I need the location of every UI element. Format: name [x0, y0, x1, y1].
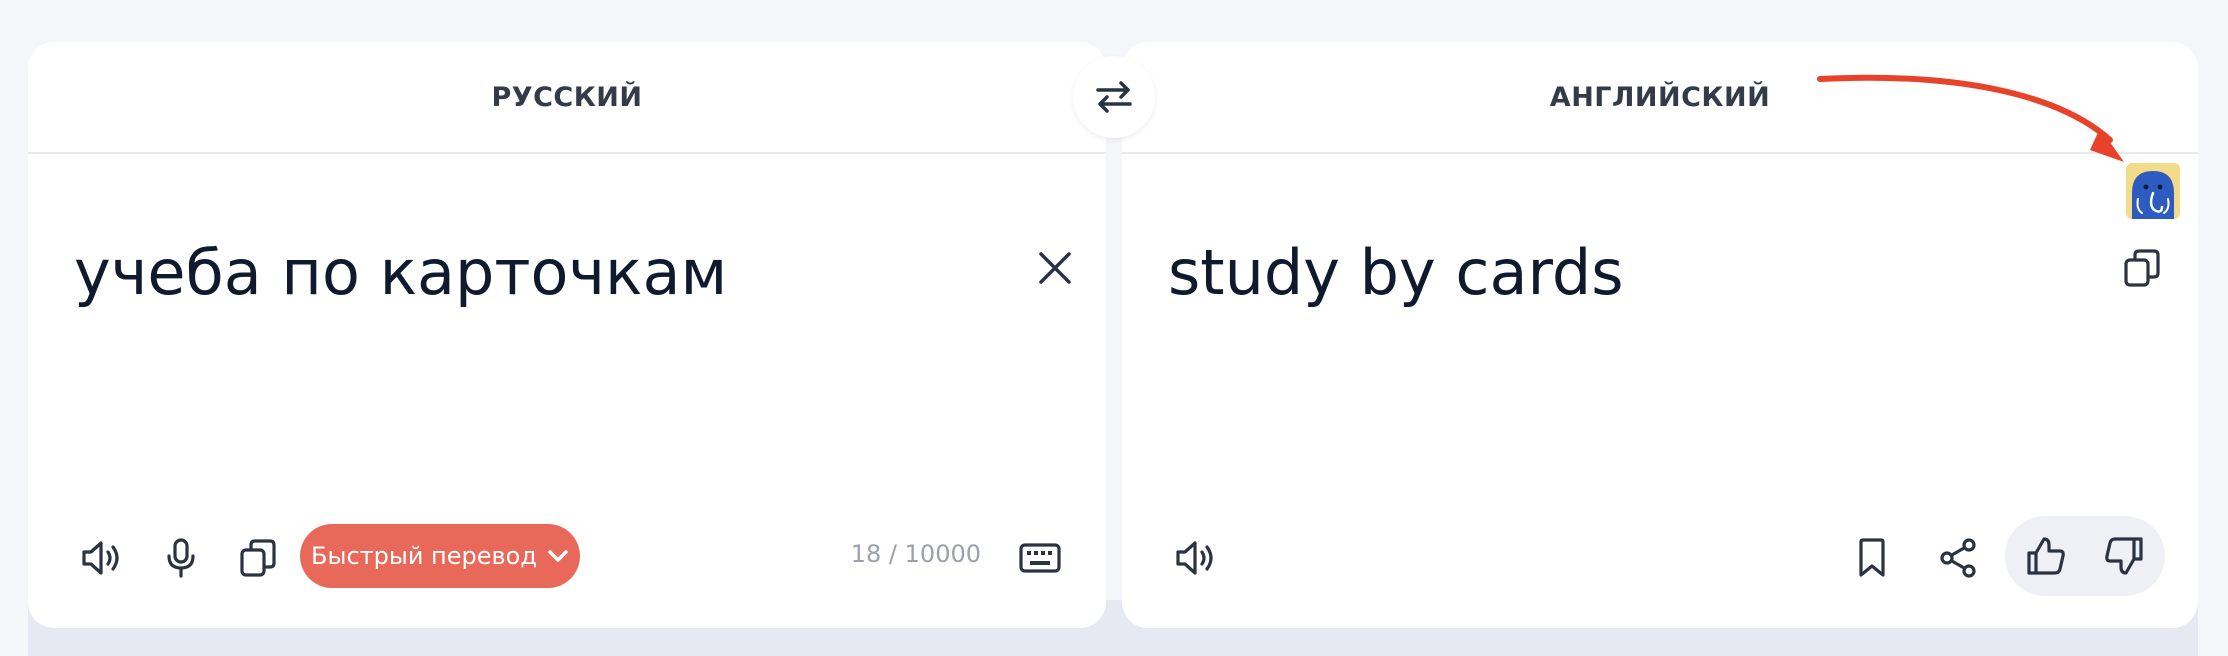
thumbs-down-icon: [2105, 537, 2143, 575]
thumbs-down-button[interactable]: [2094, 526, 2154, 586]
share-icon: [1940, 538, 1976, 578]
close-icon: [1039, 252, 1071, 284]
source-text-input[interactable]: учеба по карточкам: [74, 242, 727, 304]
translation-listen-button[interactable]: [1166, 528, 1226, 588]
bookmark-icon: [1859, 538, 1885, 577]
quick-translate-label: Быстрый перевод: [311, 542, 537, 570]
copy-icon: [240, 539, 276, 577]
source-language-label[interactable]: РУССКИЙ: [492, 82, 643, 113]
chevron-down-icon: [548, 550, 568, 562]
bookmark-button[interactable]: [1842, 528, 1902, 588]
target-language-label[interactable]: АНГЛИЙСКИЙ: [1550, 82, 1770, 113]
thumbs-up-icon: [2027, 537, 2065, 575]
swap-languages-button[interactable]: [1073, 56, 1155, 138]
target-panel: АНГЛИЙСКИЙ study by cards: [1122, 42, 2198, 628]
voice-input-button[interactable]: [151, 528, 211, 588]
source-copy-button[interactable]: [228, 528, 288, 588]
speaker-icon: [1176, 541, 1213, 575]
character-counter: 18 / 10000: [850, 540, 981, 568]
swap-arrows-icon: [1096, 81, 1132, 113]
source-listen-button[interactable]: [72, 528, 132, 588]
speaker-icon: [82, 541, 119, 575]
translation-output: study by cards: [1168, 236, 1624, 309]
virtual-keyboard-button[interactable]: [1010, 528, 1070, 588]
mammoth-extension-icon[interactable]: [2126, 163, 2180, 219]
copy-icon: [2124, 249, 2160, 287]
microphone-icon: [167, 538, 195, 578]
share-button[interactable]: [1928, 528, 1988, 588]
translation-copy-button[interactable]: [2112, 238, 2172, 298]
thumbs-up-button[interactable]: [2016, 526, 2076, 586]
target-language-header[interactable]: АНГЛИЙСКИЙ: [1122, 42, 2198, 154]
source-language-header[interactable]: РУССКИЙ: [28, 42, 1106, 154]
keyboard-icon: [1019, 543, 1061, 573]
clear-text-button[interactable]: [1025, 238, 1085, 298]
mammoth-drawing: [2132, 171, 2174, 219]
source-panel: РУССКИЙ учеба по карточкам Быстрый перев…: [28, 42, 1106, 628]
quick-translate-button[interactable]: Быстрый перевод: [300, 524, 580, 588]
